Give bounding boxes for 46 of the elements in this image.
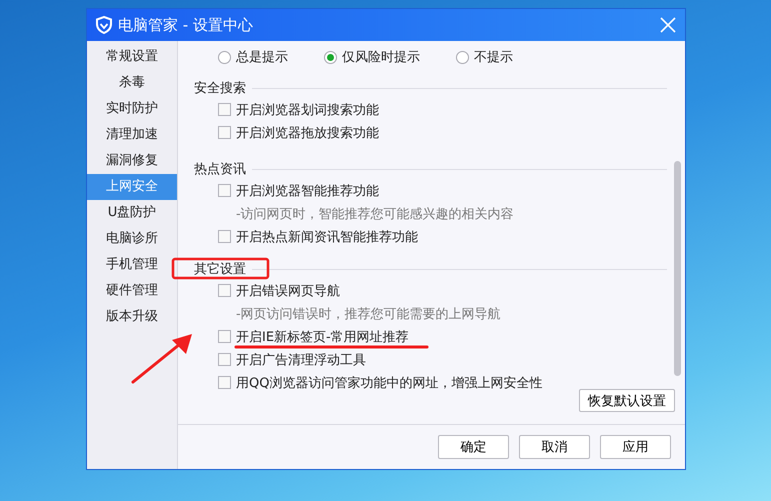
option-description: -网页访问错误时，推荐您可能需要的上网导航 — [236, 306, 501, 322]
sidebar-item[interactable]: U盘防护 — [87, 200, 177, 226]
checkbox[interactable] — [218, 353, 231, 366]
radio-button[interactable] — [218, 50, 231, 64]
apply-button[interactable]: 应用 — [600, 435, 671, 459]
radio-button[interactable] — [324, 50, 337, 64]
checkbox-label[interactable]: 开启热点新闻资讯智能推荐功能 — [236, 228, 418, 246]
checkbox[interactable] — [218, 284, 231, 297]
checkbox-label[interactable]: 开启浏览器拖放搜索功能 — [236, 124, 379, 142]
checkbox-label[interactable]: 开启错误网页导航 — [236, 282, 340, 300]
sidebar-item[interactable]: 常规设置 — [87, 44, 177, 70]
sidebar-item[interactable]: 漏洞修复 — [87, 148, 177, 174]
close-icon[interactable] — [659, 16, 677, 34]
option-description: -访问网页时，智能推荐您可能感兴趣的相关内容 — [236, 206, 514, 222]
window-title: 电脑管家 - 设置中心 — [118, 16, 254, 34]
annotation-arrow — [132, 334, 192, 384]
sidebar-item[interactable]: 实时防护 — [87, 96, 177, 122]
section-heading: 安全搜索 — [194, 80, 246, 97]
section-heading: 其它设置 — [194, 261, 246, 278]
checkbox[interactable] — [218, 126, 231, 139]
checkbox-label[interactable]: 用QQ浏览器访问管家功能中的网址，增强上网安全性 — [236, 374, 542, 392]
section-heading: 热点资讯 — [194, 161, 246, 178]
sidebar-item[interactable]: 清理加速 — [87, 122, 177, 148]
checkbox[interactable] — [218, 376, 231, 389]
radio-label[interactable]: 仅风险时提示 — [342, 48, 420, 66]
ok-button[interactable]: 确定 — [438, 435, 509, 459]
sidebar-item[interactable]: 手机管理 — [87, 252, 177, 278]
sidebar-item[interactable]: 杀毒 — [87, 70, 177, 96]
radio-button[interactable] — [456, 50, 469, 64]
radio-label[interactable]: 总是提示 — [236, 48, 288, 66]
scrollbar-thumb[interactable] — [674, 161, 681, 376]
radio-label[interactable]: 不提示 — [474, 48, 513, 66]
checkbox-label[interactable]: 开启IE新标签页-常用网址推荐 — [236, 328, 409, 346]
shield-logo-icon — [95, 16, 113, 34]
cancel-button[interactable]: 取消 — [519, 435, 590, 459]
restore-defaults-button[interactable]: 恢复默认设置 — [579, 389, 675, 412]
sidebar-item[interactable]: 硬件管理 — [87, 278, 177, 304]
checkbox[interactable] — [218, 330, 231, 343]
checkbox-label[interactable]: 开启浏览器划词搜索功能 — [236, 100, 379, 118]
sidebar-item[interactable]: 电脑诊所 — [87, 226, 177, 252]
checkbox[interactable] — [218, 184, 231, 197]
checkbox[interactable] — [218, 103, 231, 116]
checkbox[interactable] — [218, 230, 231, 243]
checkbox-label[interactable]: 开启浏览器智能推荐功能 — [236, 182, 379, 200]
checkbox-label[interactable]: 开启广告清理浮动工具 — [236, 350, 366, 368]
sidebar-item[interactable]: 版本升级 — [87, 304, 177, 330]
